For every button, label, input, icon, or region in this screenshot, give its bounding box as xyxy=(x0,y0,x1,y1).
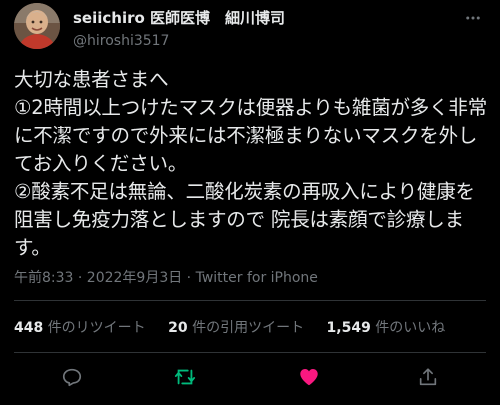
quote-count-label: 件の引用ツイート xyxy=(192,320,305,336)
reply-button[interactable] xyxy=(59,364,85,390)
avatar[interactable] xyxy=(14,3,60,49)
tweet-actions xyxy=(0,360,500,392)
author-names: seiichiro 医師医博 細川博司 @hiroshi3517 xyxy=(73,8,285,51)
user-avatar xyxy=(14,3,60,49)
author-display-name[interactable]: seiichiro 医師医博 細川博司 xyxy=(73,8,285,28)
heart-icon xyxy=(300,369,318,386)
share-icon xyxy=(419,368,437,386)
divider xyxy=(14,300,486,301)
divider xyxy=(14,352,486,353)
like-count-link[interactable]: 1,549 件のいいね xyxy=(327,318,446,338)
retweet-count-link[interactable]: 448 件のリツイート xyxy=(14,318,146,338)
retweet-count: 448 xyxy=(14,320,44,336)
quote-count: 20 xyxy=(168,320,188,336)
more-horizontal-icon xyxy=(466,16,480,20)
like-count-label: 件のいいね xyxy=(375,320,446,336)
share-button[interactable] xyxy=(415,364,441,390)
author-handle[interactable]: @hiroshi3517 xyxy=(73,31,285,51)
like-count: 1,549 xyxy=(326,320,371,336)
retweet-count-label: 件のリツイート xyxy=(47,320,146,336)
reply-icon xyxy=(62,368,82,387)
more-options-button[interactable] xyxy=(462,7,484,29)
retweet-icon xyxy=(174,369,196,385)
retweet-button[interactable] xyxy=(172,364,198,390)
tweet-detail: seiichiro 医師医博 細川博司 @hiroshi3517 大切な患者さま… xyxy=(0,0,500,405)
tweet-header: seiichiro 医師医博 細川博司 @hiroshi3517 xyxy=(14,3,484,51)
quote-count-link[interactable]: 20 件の引用ツイート xyxy=(168,318,304,338)
tweet-timestamp[interactable]: 午前8:33 · 2022年9月3日 · Twitter for iPhone xyxy=(14,268,318,288)
like-button[interactable] xyxy=(296,364,322,390)
tweet-stats: 448 件のリツイート 20 件の引用ツイート 1,549 件のいいね xyxy=(14,318,463,338)
tweet-text: 大切な患者さまへ ①2時間以上つけたマスクは便器よりも雑菌が多く非常に不潔ですの… xyxy=(14,68,487,259)
